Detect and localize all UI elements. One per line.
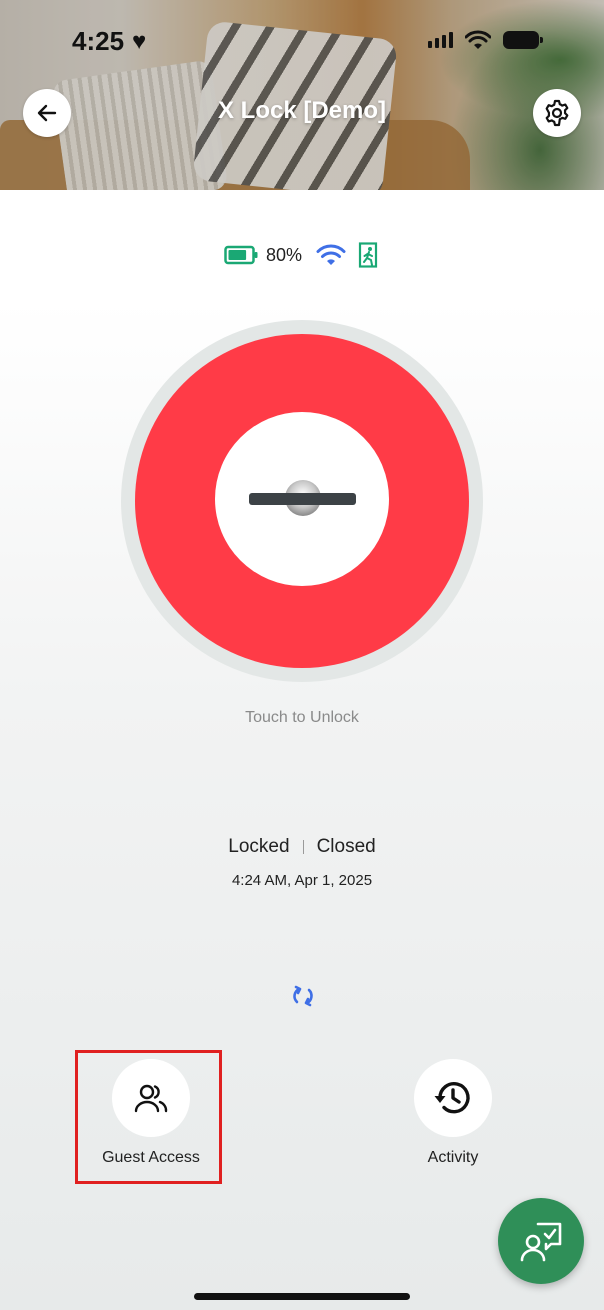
wifi-status-icon <box>465 30 491 49</box>
divider <box>302 840 304 854</box>
lock-hint: Touch to Unlock <box>245 709 359 726</box>
heart-icon: ♥ <box>132 28 147 55</box>
page-title: X Lock [Demo] <box>217 97 387 124</box>
activity-label: Activity <box>427 1149 479 1166</box>
cellular-signal-icon <box>428 32 453 48</box>
door-sensor-icon <box>358 242 378 268</box>
status-icons <box>428 30 543 50</box>
battery-status-icon <box>503 31 543 49</box>
history-icon <box>434 1082 470 1114</box>
header-banner: 4:25 ♥ X Lock [Demo] <box>0 0 604 190</box>
lock-bolt-icon <box>249 493 356 505</box>
lock-status: Locked <box>228 836 290 857</box>
battery-icon <box>224 245 258 265</box>
door-status: Closed <box>316 836 376 857</box>
battery-percentage: 80% <box>266 244 303 265</box>
wifi-icon <box>316 244 346 265</box>
status-time: 4:25 <box>72 26 125 56</box>
activity-button[interactable]: Activity <box>398 1059 508 1167</box>
gear-icon <box>545 99 569 127</box>
settings-button[interactable] <box>533 89 581 137</box>
device-status-row: 80% <box>224 242 380 268</box>
lock-state-row: Locked Closed <box>0 836 604 858</box>
status-timestamp: 4:24 AM, Apr 1, 2025 <box>231 872 373 889</box>
refresh-icon[interactable] <box>289 982 317 1010</box>
support-chat-button[interactable] <box>498 1198 584 1284</box>
support-chat-icon <box>520 1222 562 1262</box>
activity-circle <box>414 1059 492 1137</box>
highlight-box <box>75 1050 222 1184</box>
home-indicator <box>194 1293 410 1300</box>
